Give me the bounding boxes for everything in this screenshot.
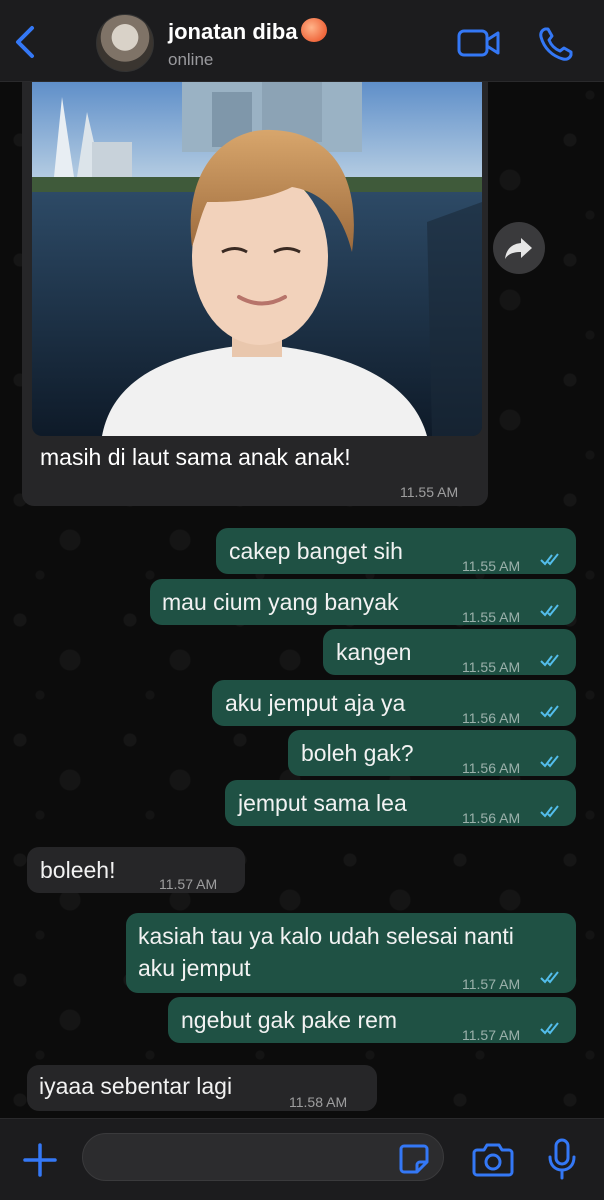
message-time: 11.56 AM xyxy=(462,710,521,726)
message-text: cakep banget sih xyxy=(229,538,403,564)
avatar[interactable] xyxy=(96,14,154,72)
message-bubble-incoming[interactable]: boleeh! 11.57 AM xyxy=(27,847,245,893)
message-time: 11.57 AM xyxy=(462,1027,521,1043)
message-text: boleh gak? xyxy=(301,740,414,766)
message-text: ngebut gak pake rem xyxy=(181,1007,398,1033)
back-button[interactable] xyxy=(8,22,44,62)
read-receipt-icon xyxy=(540,971,559,984)
message-text-line-2: aku jemput xyxy=(138,955,251,981)
message-time: 11.58 AM xyxy=(289,1094,348,1110)
video-camera-icon xyxy=(457,29,500,57)
contact-name-row[interactable]: jonatan diba xyxy=(168,18,327,45)
contact-status: online xyxy=(168,50,214,69)
message-text: mau cium yang banyak xyxy=(162,589,399,615)
sticker-button[interactable] xyxy=(398,1143,430,1175)
peach-emoji-icon xyxy=(300,18,327,42)
read-receipt-icon xyxy=(540,654,559,667)
chevron-left-icon xyxy=(16,26,34,58)
plus-icon xyxy=(23,1143,57,1177)
shared-photo[interactable] xyxy=(32,82,482,436)
video-call-button[interactable] xyxy=(456,28,502,58)
read-receipt-icon xyxy=(540,604,559,617)
message-bubble-outgoing[interactable]: mau cium yang banyak 11.55 AM xyxy=(150,579,576,625)
message-input[interactable] xyxy=(82,1133,444,1181)
message-time: 11.55 AM xyxy=(462,609,521,625)
message-time: 11.57 AM xyxy=(159,876,218,892)
chat-header: jonatan diba online xyxy=(0,0,604,82)
read-receipt-icon xyxy=(540,553,559,566)
forward-button[interactable] xyxy=(493,222,545,274)
message-time: 11.55 AM xyxy=(462,659,521,675)
camera-button[interactable] xyxy=(472,1141,514,1177)
attach-button[interactable] xyxy=(20,1140,60,1180)
read-receipt-icon xyxy=(540,755,559,768)
message-text: iyaaa sebentar lagi xyxy=(39,1073,233,1099)
message-text: boleeh! xyxy=(40,857,116,883)
message-caption: masih di laut sama anak anak! xyxy=(40,444,351,470)
message-input-bar xyxy=(0,1118,604,1200)
photo-image xyxy=(32,82,482,436)
message-text: kangen xyxy=(336,639,412,665)
message-bubble-outgoing[interactable]: ngebut gak pake rem 11.57 AM xyxy=(168,997,576,1043)
message-bubble-outgoing[interactable]: jemput sama lea 11.56 AM xyxy=(225,780,576,826)
message-bubble-outgoing[interactable]: kangen 11.55 AM xyxy=(323,629,576,675)
message-time: 11.56 AM xyxy=(462,810,521,826)
message-bubble-outgoing[interactable]: kasiah tau ya kalo udah selesai nanti ak… xyxy=(126,913,576,993)
message-bubble-outgoing[interactable]: boleh gak? 11.56 AM xyxy=(288,730,576,776)
message-bubble-outgoing[interactable]: cakep banget sih 11.55 AM xyxy=(216,528,576,574)
message-text: aku jemput aja ya xyxy=(225,690,406,716)
microphone-icon xyxy=(548,1138,576,1180)
camera-icon xyxy=(472,1143,514,1177)
voice-record-button[interactable] xyxy=(547,1137,577,1181)
phone-icon xyxy=(539,27,573,61)
message-time: 11.56 AM xyxy=(462,760,521,776)
voice-call-button[interactable] xyxy=(536,24,576,64)
message-time: 11.55 AM xyxy=(400,484,459,500)
message-text: jemput sama lea xyxy=(238,790,407,816)
read-receipt-icon xyxy=(540,1022,559,1035)
read-receipt-icon xyxy=(540,705,559,718)
contact-name: jonatan diba xyxy=(168,19,298,44)
message-bubble-outgoing[interactable]: aku jemput aja ya 11.56 AM xyxy=(212,680,576,726)
sticker-icon xyxy=(399,1144,429,1174)
message-bubble-incoming[interactable]: iyaaa sebentar lagi 11.58 AM xyxy=(27,1065,377,1111)
message-text-line-1: kasiah tau ya kalo udah selesai nanti xyxy=(138,923,514,949)
read-receipt-icon xyxy=(540,805,559,818)
message-time: 11.57 AM xyxy=(462,976,521,992)
forward-arrow-icon xyxy=(505,238,532,259)
message-time: 11.55 AM xyxy=(462,558,521,574)
